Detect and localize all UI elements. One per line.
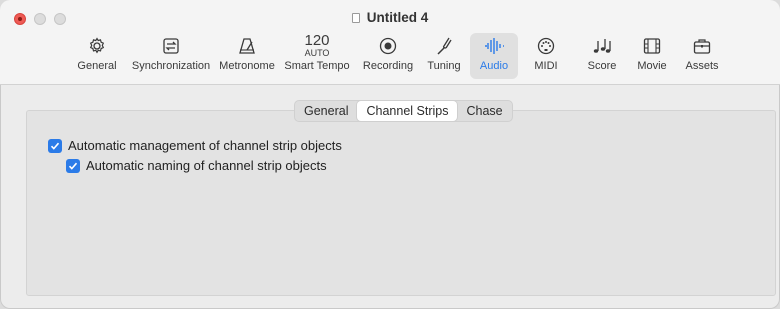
toolbar-score[interactable]: Score [580, 33, 624, 79]
document-icon [351, 13, 360, 23]
toolbar-movie[interactable]: Movie [630, 33, 674, 79]
toolbar-smart-tempo-label: Smart Tempo [284, 60, 350, 72]
toolbar-assets-label: Assets [685, 60, 719, 72]
checkmark-icon [68, 162, 78, 170]
toolbar-synchronization[interactable]: Synchronization [126, 33, 216, 79]
auto-naming-label: Automatic naming of channel strip object… [86, 158, 327, 173]
window-title-text: Untitled 4 [366, 10, 429, 25]
tuning-fork-icon [422, 33, 466, 59]
auto-manage-checkbox[interactable] [48, 138, 62, 153]
toolbar-metronome[interactable]: Metronome [216, 33, 278, 79]
toolbar-midi[interactable]: MIDI [526, 33, 566, 79]
toolbar-general[interactable]: General [70, 33, 124, 79]
titlebar: Untitled 4 General Synchronization Metro… [0, 0, 780, 85]
auto-naming-checkbox-row[interactable]: Automatic naming of channel strip object… [66, 158, 327, 173]
notes-icon [580, 33, 624, 59]
tab-general[interactable]: General [295, 101, 357, 121]
tempo-mode: AUTO [304, 48, 330, 58]
toolbar-synchronization-label: Synchronization [131, 60, 211, 72]
toolbar-assets[interactable]: Assets [680, 33, 724, 79]
briefcase-icon [680, 33, 724, 59]
sync-icon [126, 33, 216, 59]
tab-channel-strips[interactable]: Channel Strips [357, 101, 458, 121]
waveform-icon [470, 33, 518, 59]
auto-naming-checkbox[interactable] [66, 158, 80, 173]
midi-icon [526, 33, 566, 59]
auto-manage-checkbox-row[interactable]: Automatic management of channel strip ob… [48, 138, 342, 153]
toolbar-audio-label: Audio [479, 60, 509, 72]
toolbar-metronome-label: Metronome [219, 60, 275, 72]
toolbar-general-label: General [77, 60, 117, 72]
metronome-icon [216, 33, 278, 59]
preferences-window: Untitled 4 General Synchronization Metro… [0, 0, 780, 309]
tempo-icon: 120 AUTO [282, 33, 352, 59]
toolbar-tuning[interactable]: Tuning [422, 33, 466, 79]
gear-icon [70, 33, 124, 59]
film-icon [630, 33, 674, 59]
window-title: Untitled 4 [0, 10, 780, 25]
toolbar-recording-label: Recording [362, 60, 414, 72]
toolbar-smart-tempo[interactable]: 120 AUTO Smart Tempo [282, 33, 352, 79]
tab-chase[interactable]: Chase [457, 101, 511, 121]
toolbar-tuning-label: Tuning [427, 60, 461, 72]
tempo-value: 120 [304, 32, 330, 49]
toolbar-score-label: Score [587, 60, 617, 72]
toolbar-recording[interactable]: Recording [358, 33, 418, 79]
segmented-tabs: General Channel Strips Chase [294, 100, 513, 122]
toolbar-audio[interactable]: Audio [470, 33, 518, 79]
checkmark-icon [50, 142, 60, 150]
toolbar-movie-label: Movie [637, 60, 667, 72]
toolbar-midi-label: MIDI [534, 60, 558, 72]
record-icon [358, 33, 418, 59]
auto-manage-label: Automatic management of channel strip ob… [68, 138, 342, 153]
